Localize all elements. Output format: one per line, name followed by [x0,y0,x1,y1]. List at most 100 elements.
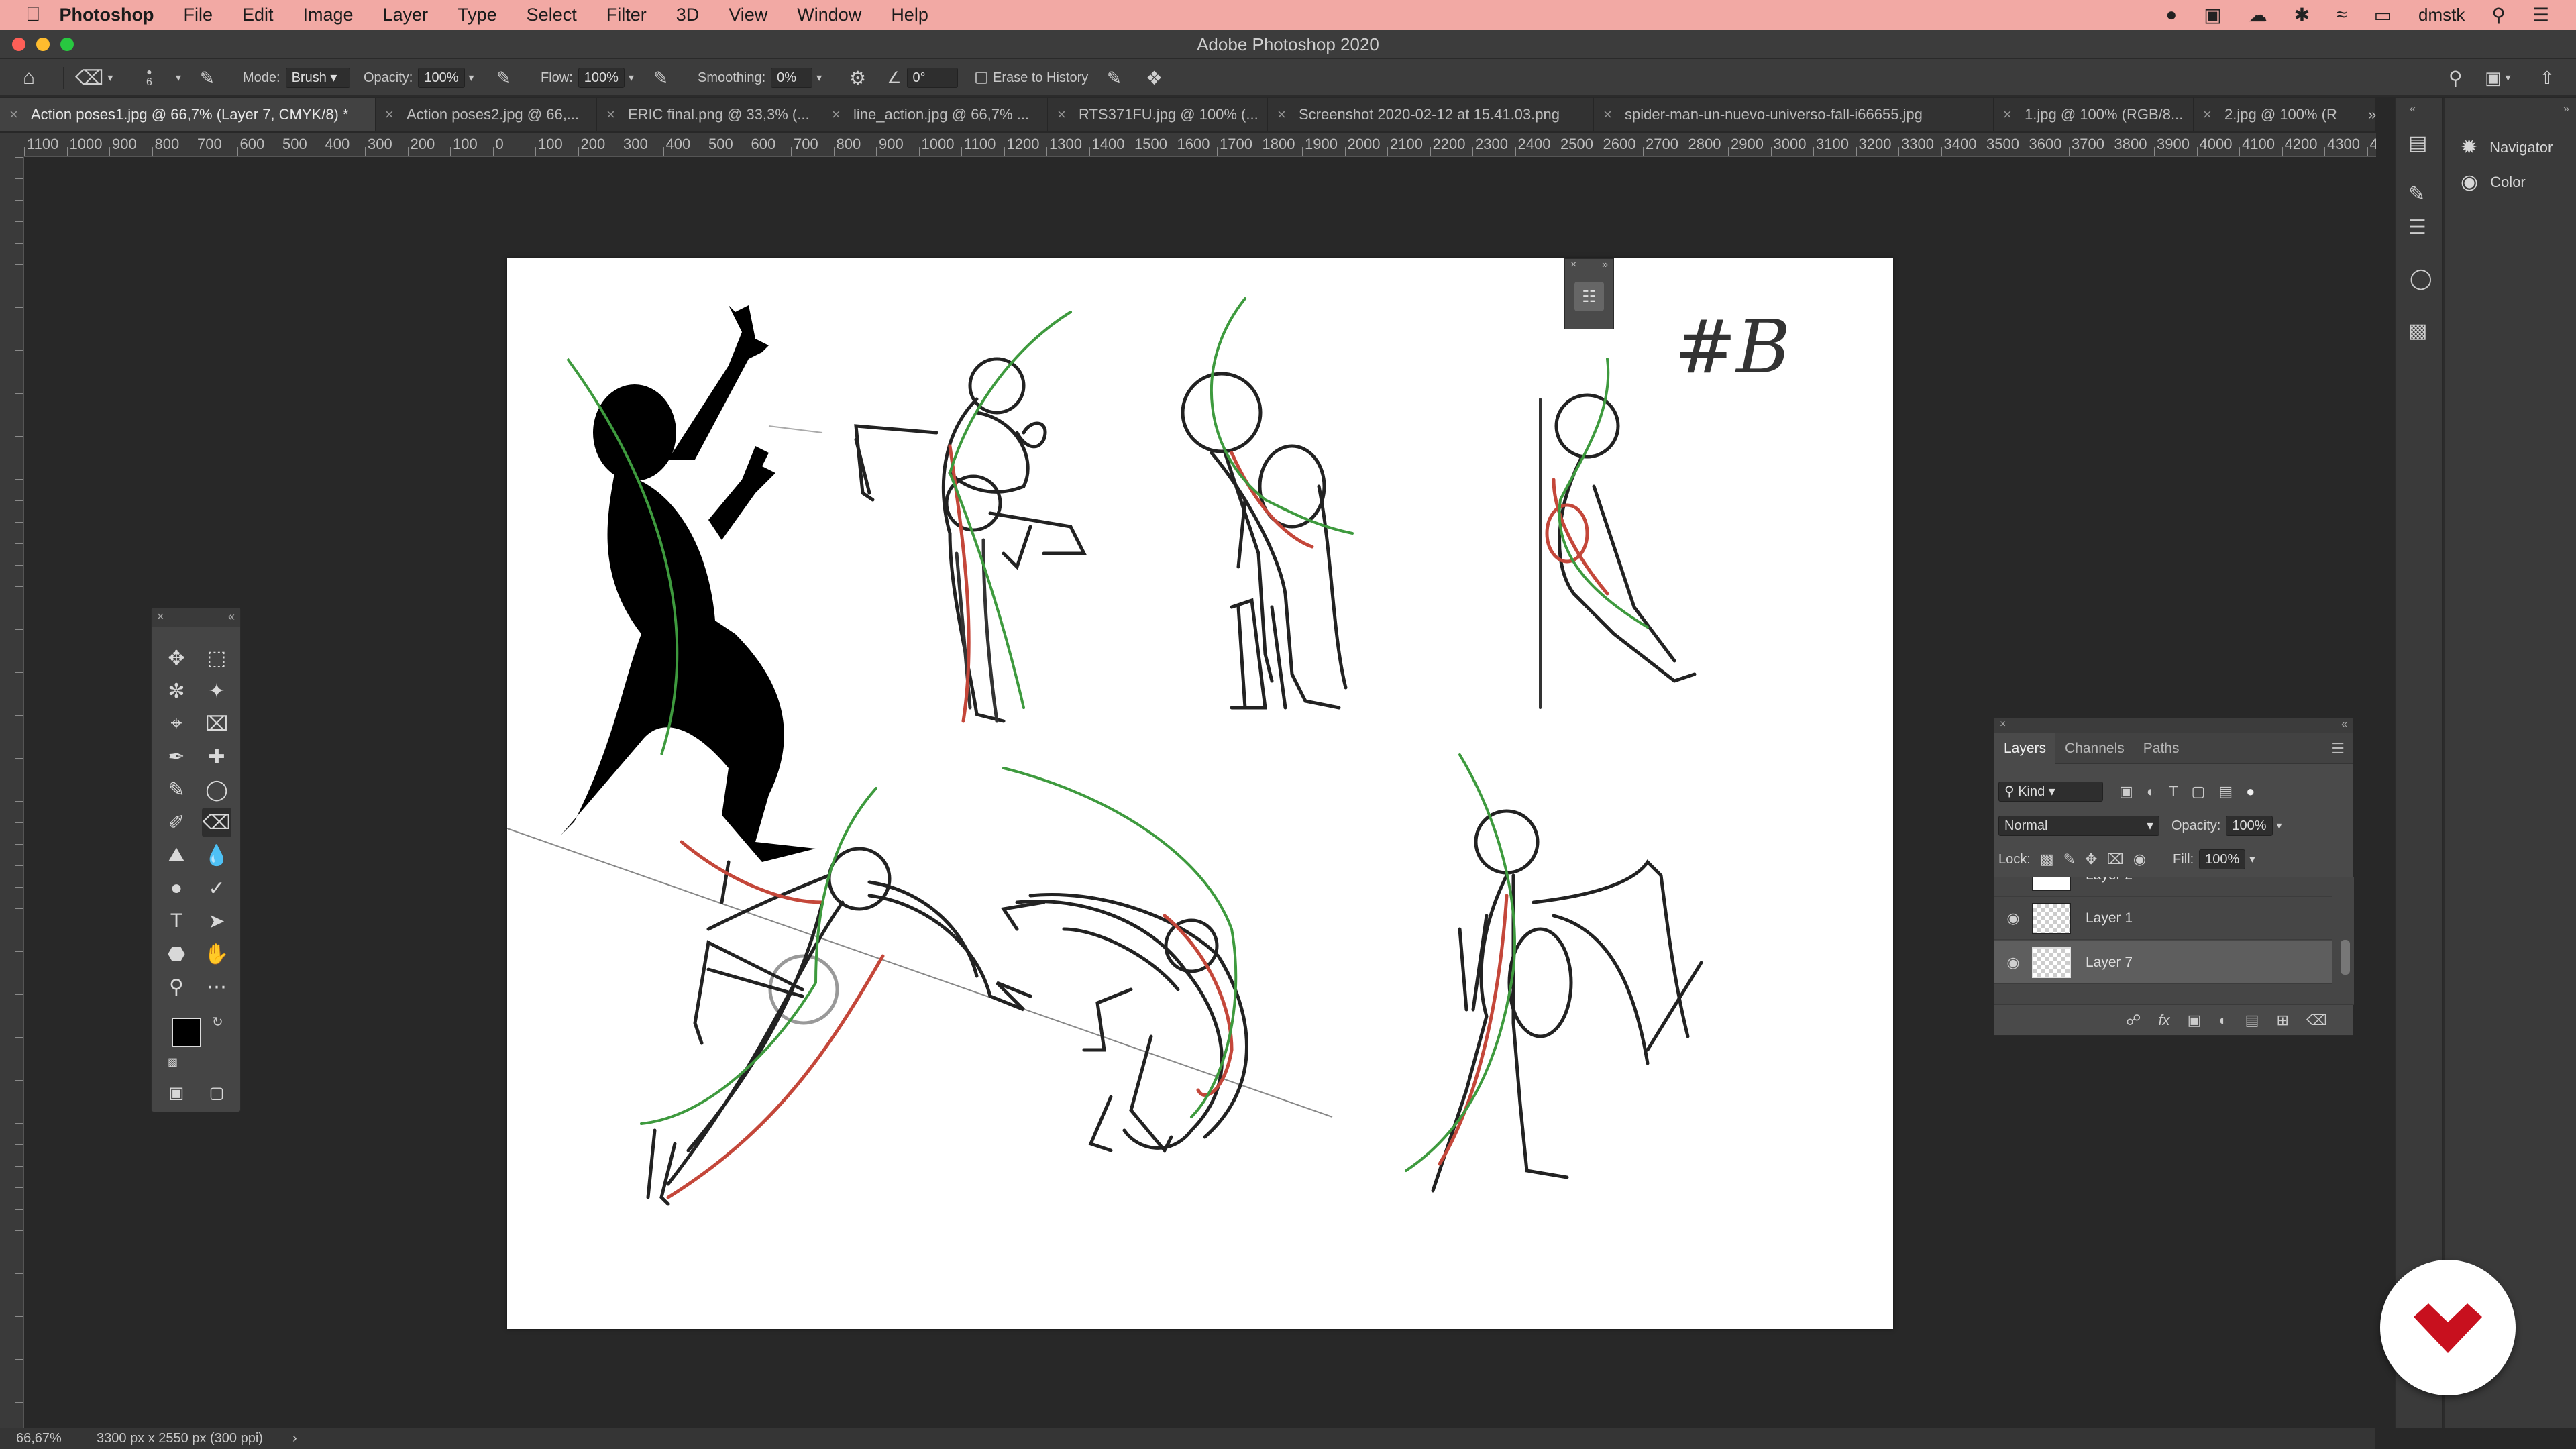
close-float-icon[interactable]: × [1570,259,1576,271]
eyedropper-tool-icon[interactable]: ✒ [162,742,191,771]
adjustments-icon[interactable]: ☰ [2408,216,2426,239]
menu-image[interactable]: Image [303,5,354,25]
airplay-icon[interactable]: ▭ [2374,4,2392,26]
menu-select[interactable]: Select [527,5,577,25]
smoothing-field[interactable]: 0% [771,68,813,88]
menu-filter[interactable]: Filter [606,5,647,25]
learn-bulb-icon[interactable]: ◯ [2410,267,2432,290]
tab-line-action[interactable]: × line_action.jpg @ 66,7% ... [822,98,1048,131]
opacity-field[interactable]: 100% [418,68,465,88]
filter-smart-object-icon[interactable]: ▤ [2218,783,2233,800]
tab-eric-final[interactable]: × ERIC final.png @ 33,3% (... [597,98,822,131]
layer-fx-icon[interactable]: fx [2158,1012,2169,1029]
healing-brush-tool-icon[interactable]: ✚ [202,742,231,771]
lock-transparent-icon[interactable]: ▩ [2040,851,2054,868]
zoom-level[interactable]: 66,67% [16,1428,62,1449]
tab-screenshot[interactable]: × Screenshot 2020-02-12 at 15.41.03.png [1268,98,1594,131]
brush-chevron-icon[interactable]: ▾ [176,59,181,97]
link-layers-icon[interactable]: ☍ [2126,1012,2141,1029]
menu-3d[interactable]: 3D [676,5,700,25]
brush-tool-icon[interactable]: ✎ [162,775,191,804]
tab-action-poses1[interactable]: × Action poses1.jpg @ 66,7% (Layer 7, CMY… [0,98,376,131]
close-tab-icon[interactable]: × [385,98,394,131]
add-mask-icon[interactable]: ▣ [2188,1012,2202,1029]
close-tab-icon[interactable]: × [1057,98,1066,131]
collapse-toolbox-icon[interactable]: « [228,610,235,624]
hand-tool-icon[interactable]: ✋ [202,939,231,969]
flow-chevron-icon[interactable]: ▾ [629,71,634,85]
more-tabs-button[interactable]: » [2368,98,2388,131]
blur-tool-icon[interactable]: 💧 [202,841,231,870]
dodge-tool-icon[interactable]: ● [162,873,191,903]
lock-position-icon[interactable]: ✥ [2085,851,2097,868]
document-canvas[interactable]: #B [506,258,1893,1329]
lock-image-icon[interactable]: ✎ [2063,851,2076,868]
path-selection-tool-icon[interactable]: ➤ [202,906,231,936]
more-tools-icon[interactable]: ⋯ [202,972,231,1002]
smoothing-chevron-icon[interactable]: ▾ [816,71,822,85]
paint-bucket-tool-icon[interactable]: ⛰ [162,841,191,870]
layer-row[interactable]: Layer 2 [1994,877,2332,897]
move-tool-icon[interactable]: ✥ [162,643,191,673]
close-tab-icon[interactable]: × [2203,98,2212,131]
floating-doc-widget[interactable]: × » ☷ [1564,258,1614,329]
smoothing-settings-gear-icon[interactable]: ⚙ [849,59,866,97]
filter-toggle-icon[interactable]: ● [2246,783,2255,800]
lock-all-icon[interactable]: ◉ [2133,851,2146,868]
close-toolbox-icon[interactable]: × [157,610,164,624]
search-icon[interactable]: ⚲ [2449,59,2463,97]
close-tab-icon[interactable]: × [9,98,18,131]
new-layer-icon[interactable]: ⊞ [2276,1012,2288,1029]
lock-artboard-icon[interactable]: ⌧ [2106,851,2123,868]
home-icon[interactable]: ⌂ [23,59,35,97]
fill-chevron-icon[interactable]: ▾ [2249,853,2255,866]
tab-spider-man[interactable]: × spider-man-un-nuevo-universo-fall-i6665… [1594,98,1994,131]
foreground-color-swatch[interactable] [172,1018,201,1047]
eye-icon[interactable]: ◉ [1994,910,2032,927]
shape-tool-icon[interactable]: ⬣ [162,939,191,969]
close-tab-icon[interactable]: × [2003,98,2012,131]
mode-select[interactable]: Brush ▾ [285,68,350,88]
ruler-corner[interactable] [0,133,24,157]
vertical-ruler[interactable] [0,157,24,1428]
symmetry-butterfly-icon[interactable]: ❖ [1146,59,1163,97]
fill-field[interactable]: 100% [2199,849,2246,869]
pen-tool-icon[interactable]: ✓ [202,873,231,903]
close-tab-icon[interactable]: × [832,98,841,131]
apple-menu-icon[interactable]:  [25,3,41,26]
screen-mode-icon[interactable]: ▢ [202,1078,231,1108]
tab-1-jpg[interactable]: × 1.jpg @ 100% (RGB/8... [1994,98,2194,131]
collapse-panels-icon[interactable]: » [2563,103,2569,115]
eraser-tool-icon[interactable]: ⌫ [202,808,231,837]
filter-type-icon[interactable]: T [2169,783,2178,800]
erase-to-history-checkbox[interactable] [975,72,987,84]
filter-adjustment-icon[interactable]: ◐ [2147,783,2155,800]
tab-layers[interactable]: Layers [1994,733,2056,764]
toolbox-header[interactable]: × « [152,608,240,627]
eye-icon[interactable]: ◉ [1994,954,2032,971]
cloud-sync-icon[interactable]: ☁ [2249,4,2267,26]
crop-tool-icon[interactable]: ⌖ [162,709,191,739]
menu-view[interactable]: View [729,5,767,25]
layer-filter-kind-select[interactable]: ⚲ Kind ▾ [1998,782,2103,802]
opacity-chevron-icon[interactable]: ▾ [469,71,474,85]
panel-menu-icon[interactable]: ☰ [2331,740,2345,757]
filter-shape-icon[interactable]: ▢ [2192,783,2206,800]
menu-edit[interactable]: Edit [242,5,274,25]
pressure-opacity-icon[interactable]: ✎ [496,59,511,97]
navigator-panel-button[interactable]: ✹ Navigator [2461,136,2553,159]
user-name[interactable]: dmstk [2418,5,2465,25]
properties-icon[interactable]: ☷ [1574,282,1604,311]
default-colors-icon[interactable]: ▩ [168,1055,178,1069]
menu-help[interactable]: Help [891,5,928,25]
close-tab-icon[interactable]: × [1277,98,1286,131]
new-adjustment-layer-icon[interactable]: ◐ [2218,1012,2227,1029]
menu-layer[interactable]: Layer [383,5,429,25]
magic-wand-tool-icon[interactable]: ✦ [202,676,231,706]
layer-row-selected[interactable]: ◉ Layer 7 [1994,941,2332,984]
close-tab-icon[interactable]: × [606,98,615,131]
bluetooth-icon[interactable]: ✱ [2294,4,2310,26]
creative-cloud-icon[interactable]: ● [2165,4,2177,25]
status-menu-arrow[interactable]: › [292,1428,297,1449]
wifi-icon[interactable]: ≈ [2337,4,2347,25]
